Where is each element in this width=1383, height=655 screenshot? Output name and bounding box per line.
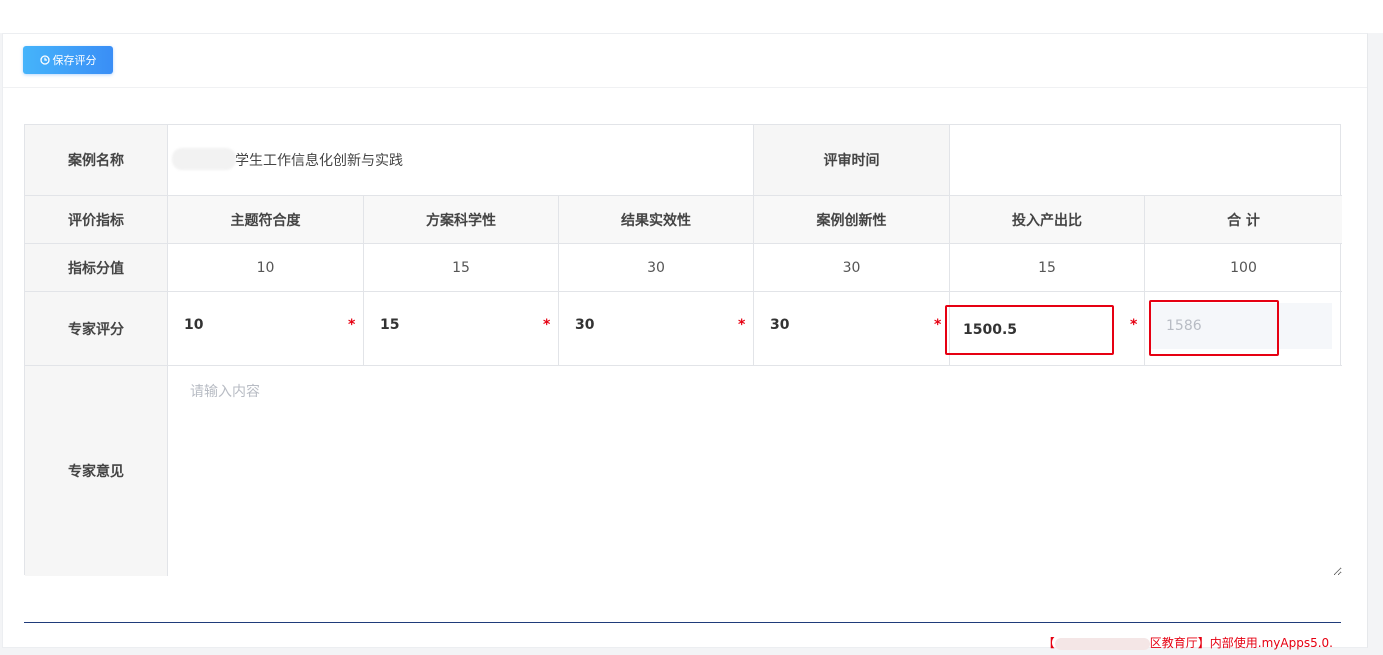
score-input-theme[interactable]	[168, 301, 344, 349]
criteria-label: 评价指标	[25, 196, 168, 244]
review-time-value	[950, 125, 1342, 196]
score-cell-input-output: *	[945, 292, 1145, 366]
score-input-innovation[interactable]	[754, 301, 930, 349]
evaluation-panel: 保存评分 案例名称 学生工作信息化创新与实践 评审时间 评价指标 主题符合度 方…	[2, 33, 1368, 651]
redacted-school-name	[172, 148, 236, 170]
criteria-header-scientific: 方案科学性	[364, 196, 559, 244]
save-score-button[interactable]: 保存评分	[23, 46, 113, 74]
score-input-effectiveness[interactable]	[559, 301, 734, 349]
footer-note: 【 区教育厅】内部使用.myApps5.0.	[1043, 634, 1333, 651]
score-table: 案例名称 学生工作信息化创新与实践 评审时间 评价指标 主题符合度 方案科学性 …	[24, 124, 1342, 576]
case-name-cell: 学生工作信息化创新与实践	[168, 125, 754, 196]
expert-score-label: 专家评分	[25, 292, 168, 366]
footer-org-suffix: 区教育厅】内部使用.myApps5.0.	[1149, 636, 1333, 650]
criteria-header-total: 合 计	[1145, 196, 1342, 244]
score-cell-effectiveness: *	[559, 292, 754, 366]
score-cell-scientific: *	[364, 292, 559, 366]
required-mark: *	[738, 317, 746, 333]
save-score-label: 保存评分	[52, 54, 97, 67]
expert-opinion-label: 专家意见	[25, 366, 168, 576]
points-label: 指标分值	[25, 244, 168, 292]
required-mark: *	[1130, 317, 1138, 333]
criteria-header-effectiveness: 结果实效性	[559, 196, 754, 244]
toolbar: 保存评分	[3, 34, 1367, 88]
case-name-value: 学生工作信息化创新与实践	[235, 153, 403, 169]
score-input-input-output[interactable]	[945, 305, 1114, 355]
case-name-label: 案例名称	[25, 125, 168, 196]
score-cell-innovation: *	[754, 292, 950, 366]
points-innovation: 30	[754, 244, 950, 292]
points-input-output: 15	[950, 244, 1145, 292]
expert-opinion-textarea[interactable]	[168, 366, 1342, 576]
required-mark: *	[543, 317, 551, 333]
score-input-scientific[interactable]	[364, 301, 539, 349]
required-mark: *	[348, 317, 356, 333]
points-theme: 10	[168, 244, 364, 292]
footer-left-bracket: 【	[1042, 636, 1055, 650]
criteria-header-input-output: 投入产出比	[950, 196, 1145, 244]
score-cell-theme: *	[168, 292, 364, 366]
footer-divider	[24, 622, 1341, 623]
points-scientific: 15	[364, 244, 559, 292]
required-mark: *	[934, 317, 942, 333]
points-effectiveness: 30	[559, 244, 754, 292]
review-time-label: 评审时间	[754, 125, 950, 196]
score-total-highlight	[1149, 300, 1279, 356]
expert-opinion-cell	[168, 366, 1342, 576]
criteria-header-theme: 主题符合度	[168, 196, 364, 244]
criteria-header-innovation: 案例创新性	[754, 196, 950, 244]
clock-icon	[39, 55, 50, 65]
points-total: 100	[1145, 244, 1342, 292]
score-cell-total	[1145, 292, 1342, 366]
top-strip	[0, 0, 1383, 33]
redacted-org-name	[1054, 637, 1150, 650]
